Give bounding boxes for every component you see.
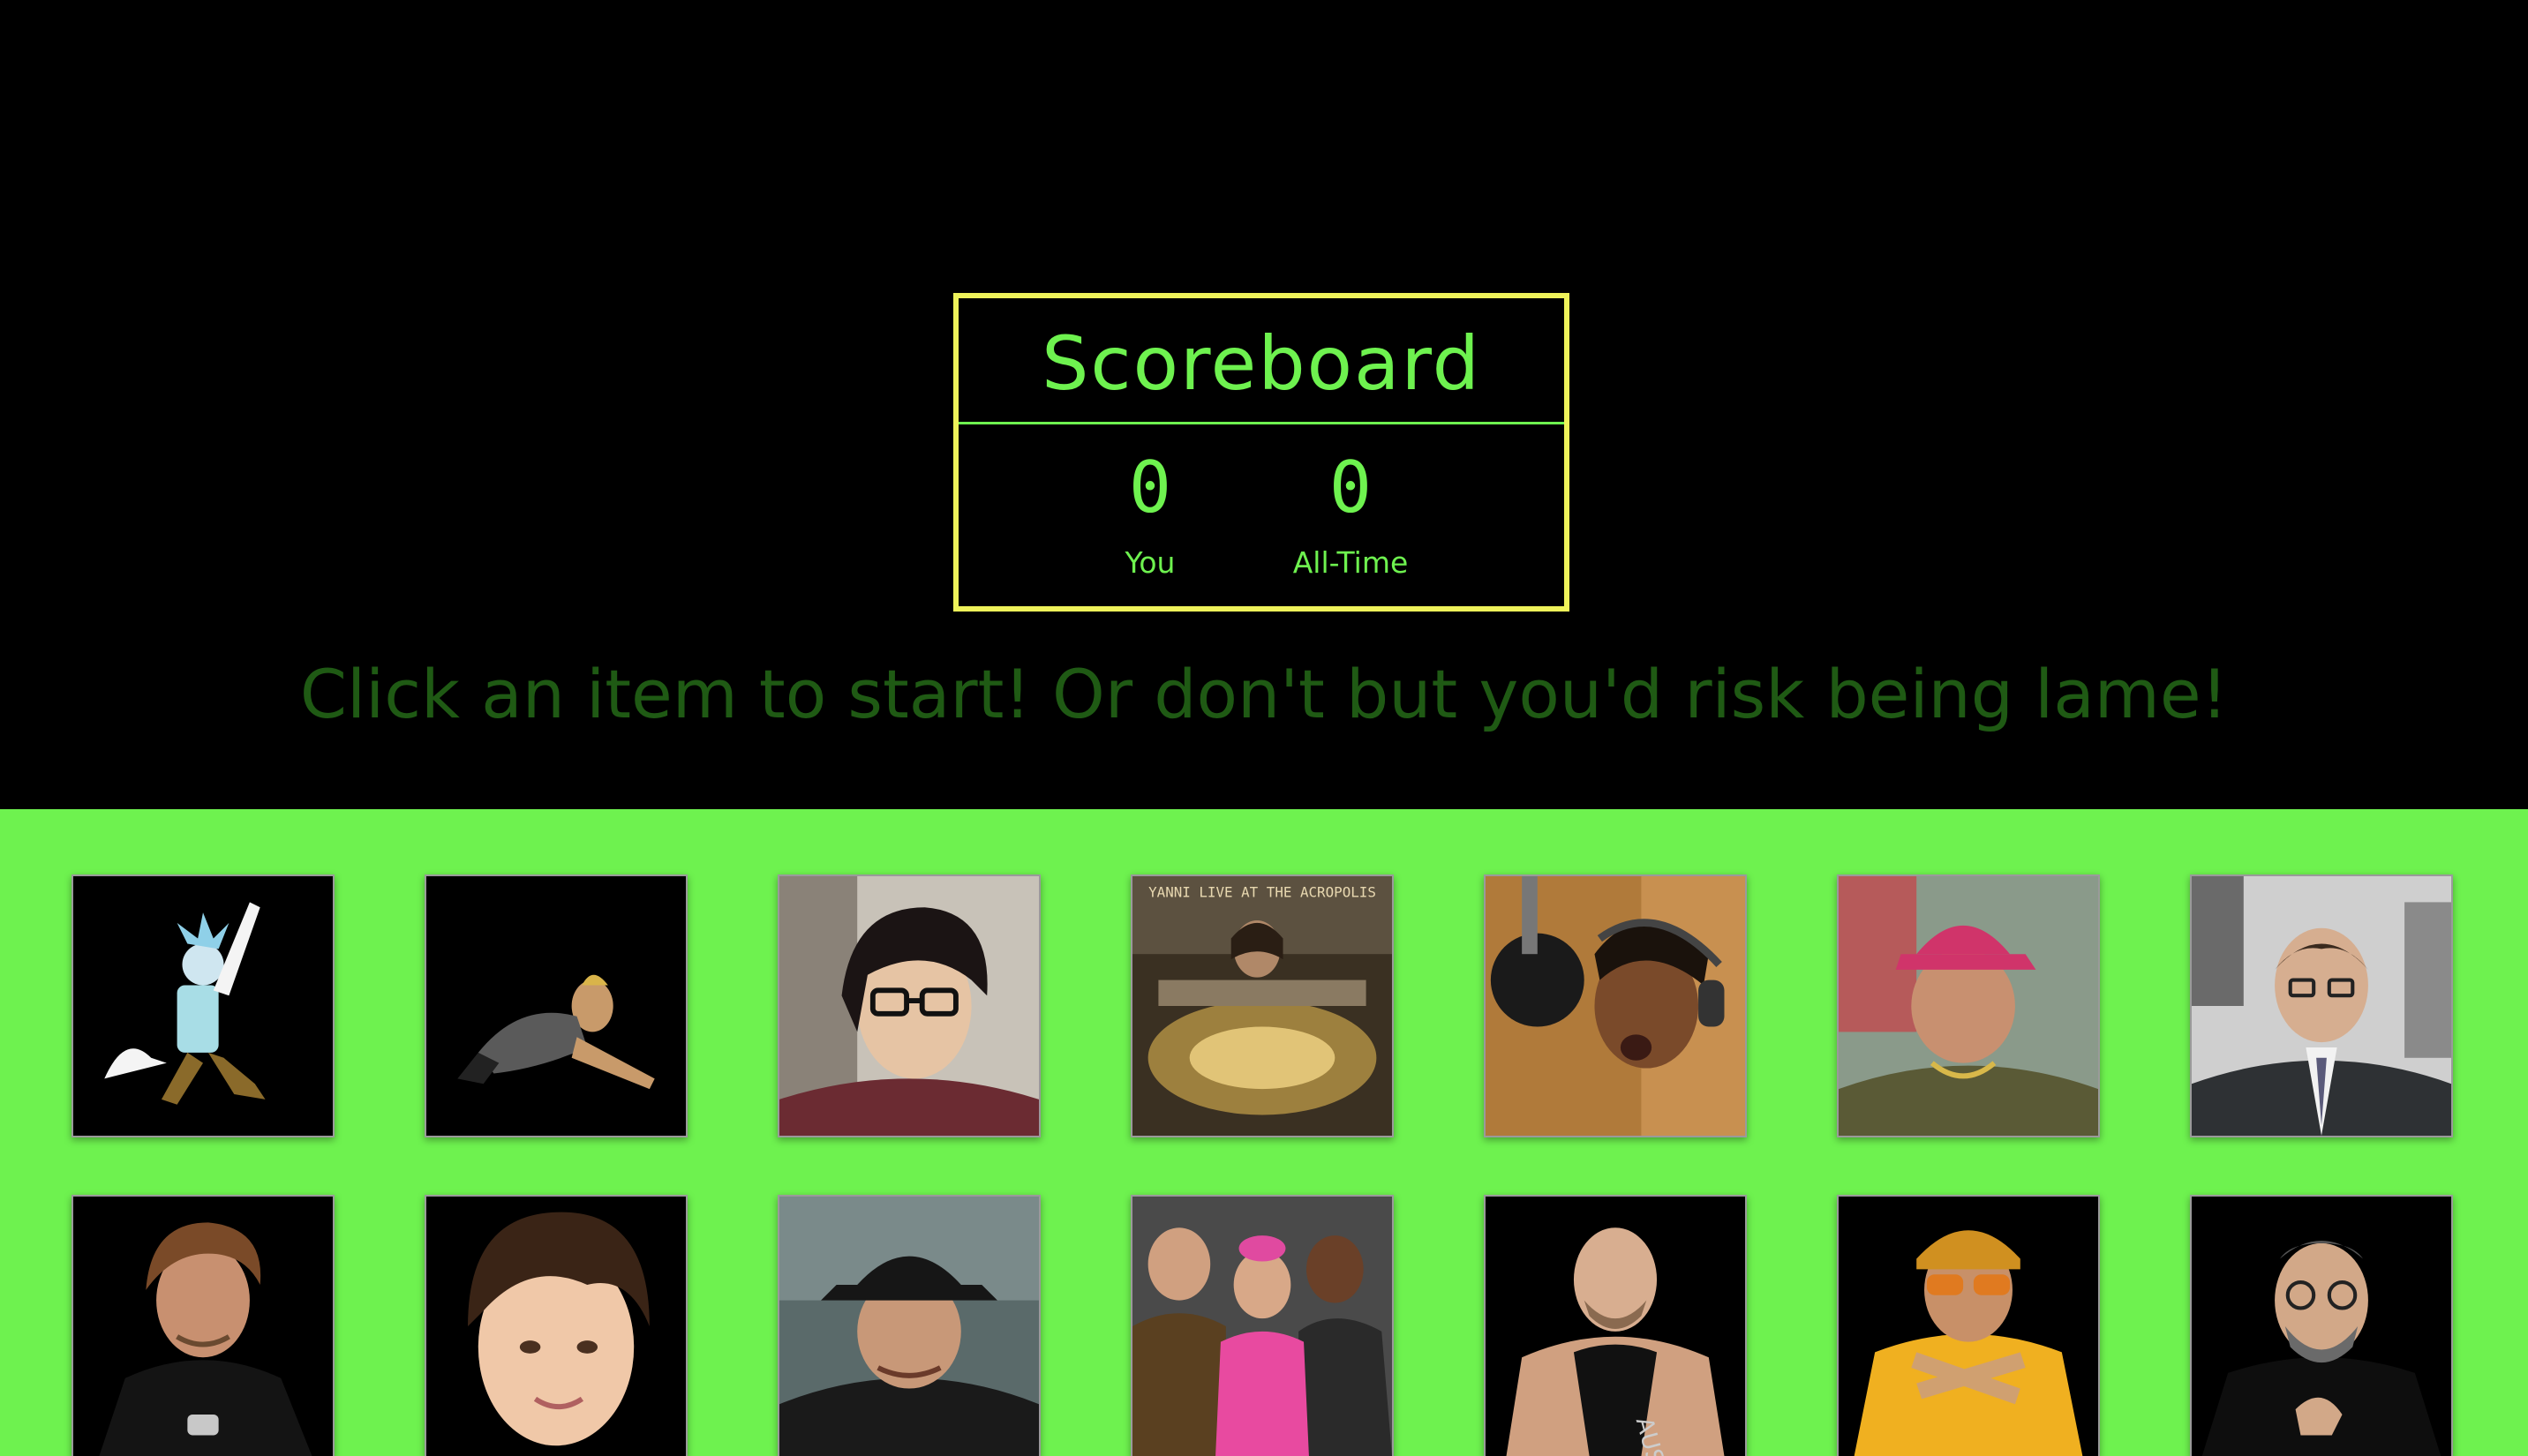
scoreboard-divider <box>959 422 1564 424</box>
ali-g-card[interactable] <box>1837 1195 2100 1456</box>
man-pink-hat-card[interactable] <box>1837 874 2100 1137</box>
yanni-album-caption: YANNI LIVE AT THE ACROPOLIS <box>1148 884 1376 901</box>
you-score: 0 <box>1128 447 1172 529</box>
man-suit-office-card[interactable] <box>2190 874 2453 1137</box>
card-grid: YANNI LIVE AT THE ACROPOLIS AUST <box>0 809 2528 1456</box>
rick-cartoon-image <box>73 876 333 1136</box>
all-time-score-block: 0 All-Time <box>1253 439 1448 589</box>
all-time-score: 0 <box>1328 447 1373 529</box>
steve-jobs-card[interactable] <box>2190 1195 2453 1456</box>
george-michael-image <box>73 1197 333 1456</box>
rick-cartoon-card[interactable] <box>71 874 335 1137</box>
man-suit-office-image <box>2192 876 2451 1136</box>
scoreboard: Scoreboard 0 You 0 All-Time <box>953 293 1569 612</box>
you-score-block: 0 You <box>1053 439 1247 589</box>
bieber-card[interactable] <box>425 1195 688 1456</box>
man-glasses-image <box>779 876 1039 1136</box>
wrestler-card[interactable]: AUST <box>1484 1195 1747 1456</box>
pink-outfit-group-image <box>1132 1197 1392 1456</box>
bieber-image <box>426 1197 686 1456</box>
singing-man-image <box>1486 876 1745 1136</box>
scoreboard-title: Scoreboard <box>1042 320 1481 407</box>
steve-jobs-image <box>2192 1197 2451 1456</box>
pink-outfit-group-card[interactable] <box>1131 1195 1394 1456</box>
yanni-album-image: YANNI LIVE AT THE ACROPOLIS <box>1132 876 1392 1136</box>
man-bucket-hat-image <box>779 1197 1039 1456</box>
you-label: You <box>1125 545 1176 580</box>
all-time-label: All-Time <box>1292 545 1409 580</box>
status-message: Click an item to start! Or don't but you… <box>299 655 2229 733</box>
ali-g-image <box>1839 1197 2098 1456</box>
wrestler-image: AUST <box>1486 1197 1745 1456</box>
george-michael-card[interactable] <box>71 1195 335 1456</box>
crouching-man-image <box>426 876 686 1136</box>
singing-man-card[interactable] <box>1484 874 1747 1137</box>
header-area: Scoreboard 0 You 0 All-Time Click an ite… <box>0 0 2528 809</box>
man-bucket-hat-card[interactable] <box>778 1195 1041 1456</box>
crouching-man-card[interactable] <box>425 874 688 1137</box>
yanni-album-card[interactable]: YANNI LIVE AT THE ACROPOLIS <box>1131 874 1394 1137</box>
man-pink-hat-image <box>1839 876 2098 1136</box>
man-glasses-card[interactable] <box>778 874 1041 1137</box>
